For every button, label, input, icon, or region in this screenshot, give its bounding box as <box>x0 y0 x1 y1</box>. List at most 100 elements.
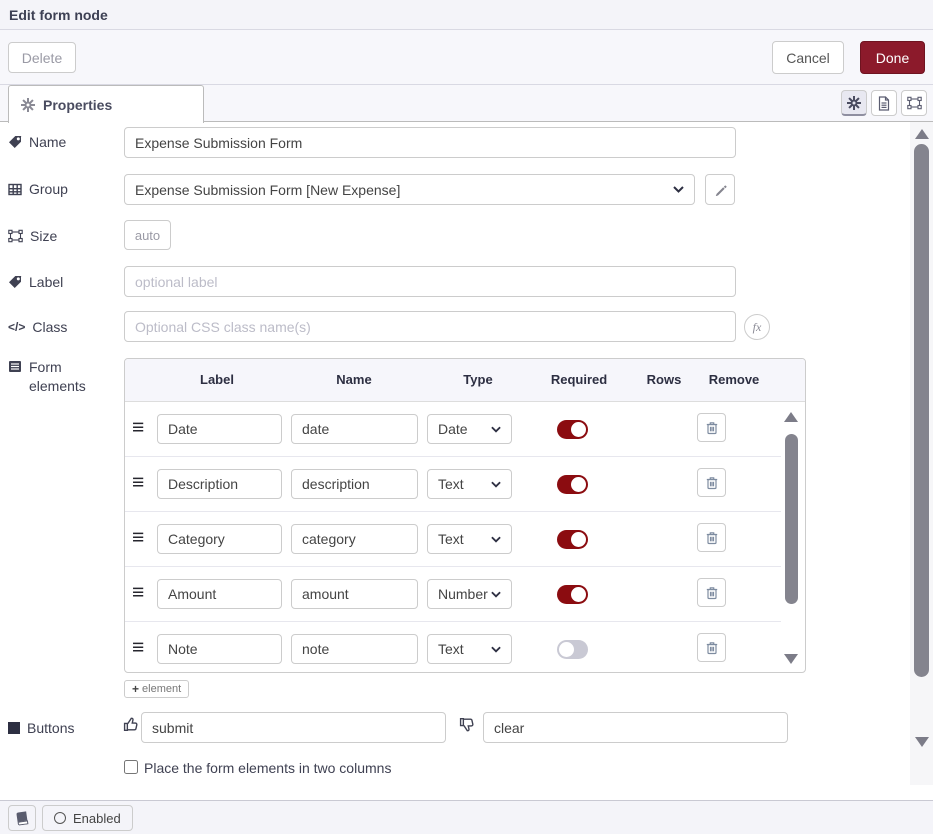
element-type-select[interactable]: Number <box>427 579 512 609</box>
scroll-down-arrow[interactable] <box>784 654 798 664</box>
element-type-select[interactable]: Text <box>427 469 512 499</box>
add-element-button[interactable]: + element <box>124 680 189 698</box>
pencil-icon <box>714 183 727 196</box>
element-type-select[interactable]: Text <box>427 634 512 664</box>
tab-properties[interactable]: Properties <box>8 85 204 123</box>
required-toggle[interactable] <box>557 640 588 659</box>
remove-element-button[interactable] <box>697 468 726 497</box>
column-header-required: Required <box>551 372 607 387</box>
element-type-select[interactable]: Date <box>427 414 512 444</box>
element-label-input[interactable] <box>157 469 282 499</box>
size-auto-button[interactable]: auto <box>124 220 171 250</box>
name-input[interactable] <box>124 127 736 158</box>
tag-icon <box>8 275 22 289</box>
table-row: ≡ Date <box>125 402 781 457</box>
table-scrollbar[interactable] <box>781 406 801 670</box>
drag-handle-icon[interactable]: ≡ <box>132 581 144 605</box>
scrollbar-thumb[interactable] <box>914 144 929 677</box>
table-row: ≡ Text <box>125 512 781 567</box>
required-toggle[interactable] <box>557 475 588 494</box>
toggle-knob <box>571 477 586 492</box>
required-toggle[interactable] <box>557 585 588 604</box>
drag-handle-icon[interactable]: ≡ <box>132 416 144 440</box>
trash-icon <box>705 640 719 655</box>
table-icon <box>8 183 22 196</box>
scroll-up-arrow[interactable] <box>915 129 929 139</box>
edit-group-button[interactable] <box>705 174 735 205</box>
node-appearance-button[interactable] <box>901 90 927 116</box>
cancel-button[interactable]: Cancel <box>772 41 844 74</box>
required-toggle[interactable] <box>557 530 588 549</box>
element-label-input[interactable] <box>157 579 282 609</box>
table-row: ≡ Text <box>125 622 781 673</box>
expand-editor-button[interactable]: fx <box>744 314 770 340</box>
element-label-input[interactable] <box>157 634 282 664</box>
object-group-icon <box>907 96 922 110</box>
drag-handle-icon[interactable]: ≡ <box>132 526 144 550</box>
done-button[interactable]: Done <box>860 41 925 74</box>
gear-icon <box>847 96 861 110</box>
toggle-knob <box>571 422 586 437</box>
code-icon: </> <box>8 320 25 334</box>
column-header-label: Label <box>200 372 234 387</box>
toggle-knob <box>571 532 586 547</box>
node-help-button[interactable] <box>8 805 36 831</box>
enabled-circle-icon <box>54 812 66 824</box>
element-name-input[interactable] <box>291 414 418 444</box>
clear-button-label-input[interactable] <box>483 712 788 743</box>
remove-element-button[interactable] <box>697 523 726 552</box>
submit-button-label-input[interactable] <box>141 712 446 743</box>
column-header-type: Type <box>463 372 492 387</box>
main-scrollbar[interactable] <box>910 122 933 785</box>
drag-handle-icon[interactable]: ≡ <box>132 471 144 495</box>
remove-element-button[interactable] <box>697 413 726 442</box>
dialog-footer: Enabled <box>0 800 933 834</box>
two-columns-label: Place the form elements in two columns <box>144 760 391 776</box>
trash-icon <box>705 420 719 435</box>
class-input[interactable] <box>124 311 736 342</box>
trash-icon <box>705 530 719 545</box>
element-name-input[interactable] <box>291 634 418 664</box>
delete-button[interactable]: Delete <box>8 42 76 73</box>
square-icon <box>8 722 20 734</box>
node-enabled-toggle[interactable]: Enabled <box>42 805 133 831</box>
name-field-label: Name <box>8 134 66 150</box>
required-toggle[interactable] <box>557 420 588 439</box>
two-columns-checkbox[interactable] <box>124 760 138 774</box>
thumbs-up-icon <box>123 716 140 738</box>
node-description-button[interactable] <box>871 90 897 116</box>
scrollbar-thumb[interactable] <box>785 434 798 604</box>
form-elements-label: Form elements <box>8 358 108 396</box>
group-field-label: Group <box>8 181 68 197</box>
trash-icon <box>705 475 719 490</box>
dialog-header: Edit form node <box>0 0 933 30</box>
element-label-input[interactable] <box>157 524 282 554</box>
dialog-title: Edit form node <box>9 7 108 23</box>
element-label-input[interactable] <box>157 414 282 444</box>
node-properties-button[interactable] <box>841 90 867 116</box>
remove-element-button[interactable] <box>697 578 726 607</box>
element-name-input[interactable] <box>291 469 418 499</box>
buttons-field-label: Buttons <box>8 720 74 736</box>
table-row: ≡ Number <box>125 567 781 622</box>
fx-icon: fx <box>753 320 762 335</box>
chevron-down-icon <box>673 186 684 193</box>
element-name-input[interactable] <box>291 579 418 609</box>
table-row: ≡ Text <box>125 457 781 512</box>
list-icon <box>8 360 22 373</box>
scroll-down-arrow[interactable] <box>915 737 929 747</box>
group-select[interactable]: Expense Submission Form [New Expense] <box>124 174 695 205</box>
element-name-input[interactable] <box>291 524 418 554</box>
element-type-select[interactable]: Text <box>427 524 512 554</box>
column-header-remove: Remove <box>709 372 760 387</box>
remove-element-button[interactable] <box>697 633 726 662</box>
chevron-down-icon <box>491 646 501 653</box>
scroll-up-arrow[interactable] <box>784 412 798 422</box>
label-input[interactable] <box>124 266 736 297</box>
drag-handle-icon[interactable]: ≡ <box>132 636 144 660</box>
enabled-label: Enabled <box>73 811 121 826</box>
document-icon <box>877 96 891 111</box>
chevron-down-icon <box>491 536 501 543</box>
chevron-down-icon <box>491 426 501 433</box>
book-icon <box>15 811 30 825</box>
